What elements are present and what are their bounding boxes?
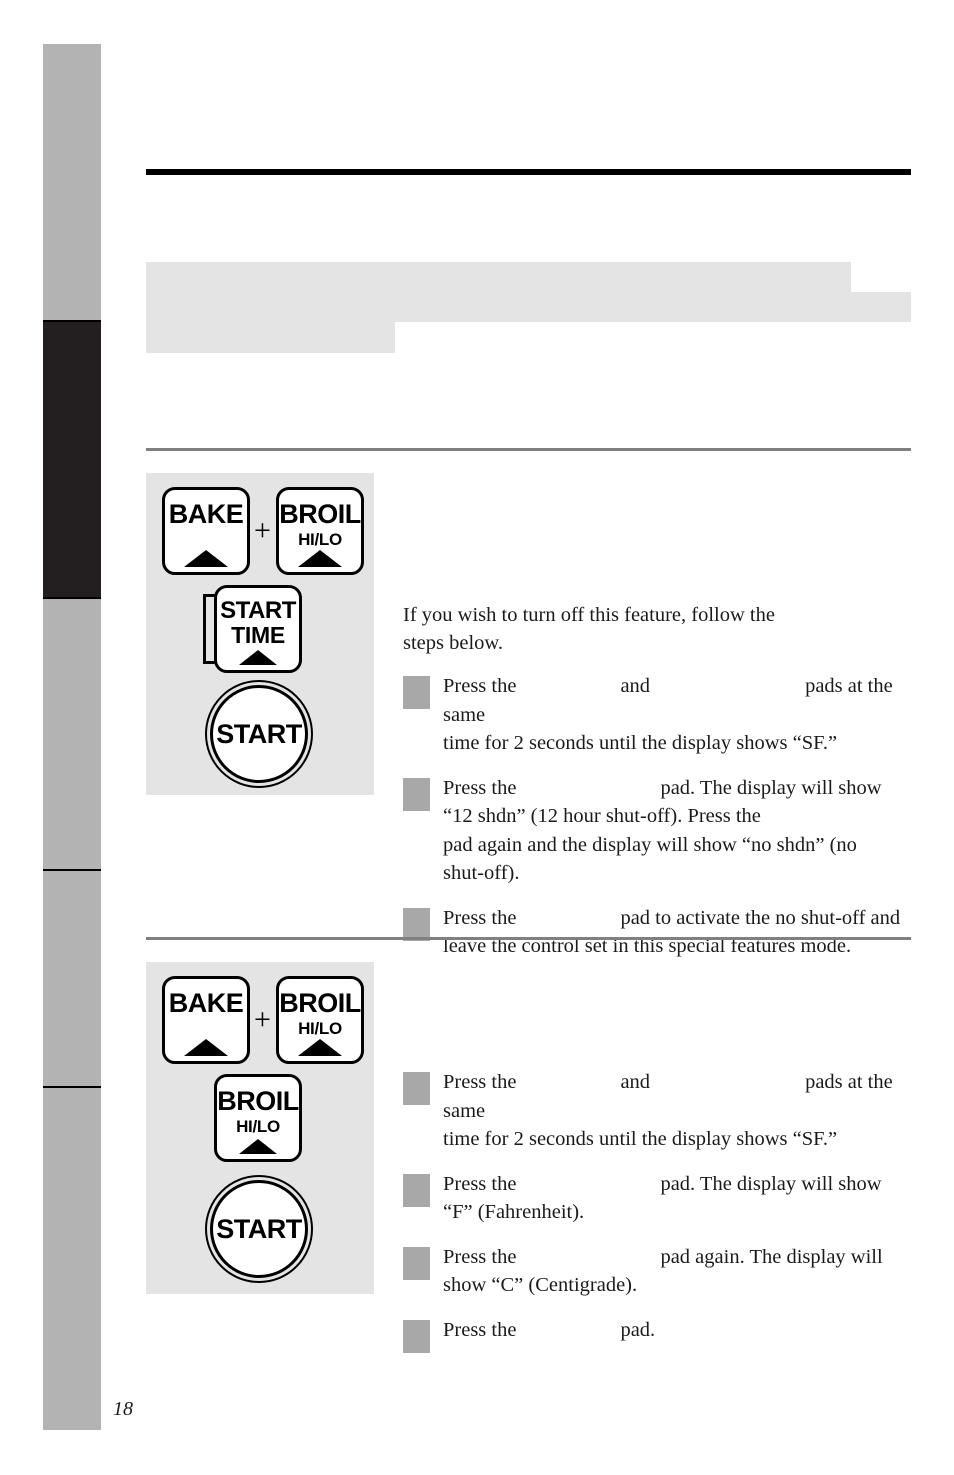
step-text-a: Press the <box>443 1172 517 1195</box>
section-one-illustration: BAKE + BROIL HI/LO START TIME START <box>146 473 374 795</box>
list-item: Press the and pads at the same time for 2 … <box>403 672 913 758</box>
broil-secondary-pad-indicator-icon <box>239 1139 277 1154</box>
step-text-a: Press the <box>443 1071 517 1093</box>
step-text-a: Press the <box>443 1245 517 1268</box>
step-text-c: “F” (Fahrenheit). <box>443 1201 585 1223</box>
step-text-b: pad again. The display will <box>660 1245 883 1268</box>
broil-pad-sublabel: HI/LO <box>298 1019 342 1038</box>
redacted-heading-row-3 <box>146 322 395 353</box>
start-time-pad-sublabel: TIME <box>231 622 285 648</box>
bake-pad-indicator-icon <box>184 1039 228 1056</box>
step-text: Press the pad. The display will show “12 … <box>443 774 913 888</box>
start-pad-button[interactable]: START <box>210 1180 308 1278</box>
broil-hilo-pad-button-secondary[interactable]: BROIL HI/LO <box>214 1074 302 1162</box>
broil-hilo-pad-button[interactable]: BROIL HI/LO <box>276 487 364 575</box>
step-text-b: pad. <box>620 1318 656 1341</box>
start-time-pad-label: START <box>220 597 296 624</box>
step-marker <box>403 907 430 941</box>
sidebar-item-tab-lower-gray-2 <box>43 871 101 1087</box>
plus-sign: + <box>254 514 271 547</box>
start-pad-button[interactable]: START <box>210 685 308 783</box>
list-item: Press the pad. The display will show “12 … <box>403 774 913 888</box>
step-text-c: “12 shdn” (12 hour shut-off). Press the <box>443 805 761 827</box>
section-two-rule <box>146 937 911 940</box>
section-two-steps: Press the and pads at the same time for 2 … <box>403 1068 913 1360</box>
bake-pad-label: BAKE <box>168 988 244 1018</box>
bake-pad-button[interactable]: BAKE <box>162 976 250 1064</box>
broil-secondary-pad-sublabel: HI/LO <box>236 1117 280 1136</box>
step-text-b: pad. The display will show <box>660 1172 882 1195</box>
step-text-b: and <box>620 675 651 697</box>
step-text: Press the and pads at the same time for 2 … <box>443 1068 913 1154</box>
step-marker <box>403 1319 430 1353</box>
broil-pad-indicator-icon <box>298 1039 342 1056</box>
step-marker <box>403 1173 430 1207</box>
step-text-a: Press the <box>443 906 517 929</box>
step-marker <box>403 1246 430 1280</box>
step-text-b: and <box>620 1071 651 1093</box>
list-item: Press the and pads at the same time for 2 … <box>403 1068 913 1154</box>
manual-page: BAKE + BROIL HI/LO START TIME START If y… <box>0 0 954 1475</box>
step-text: Press the pad. <box>443 1316 913 1345</box>
sidebar-item-tab-lower-gray-3 <box>43 1088 101 1430</box>
step-text-a: Press the <box>443 675 517 697</box>
step-text-a: Press the <box>443 1318 517 1341</box>
step-text: Press the pad again. The display will sho… <box>443 1243 913 1300</box>
plus-sign: + <box>254 1003 271 1036</box>
broil-secondary-pad-label: BROIL <box>217 1086 299 1116</box>
list-item: Press the pad again. The display will sho… <box>403 1243 913 1300</box>
step-text-b: pad to activate the no shut-off and <box>620 906 901 929</box>
bake-pad-indicator-icon <box>184 550 228 567</box>
sidebar-item-tab-upper-gray <box>43 44 101 322</box>
sidebar-item-tab-active-dark <box>43 322 101 598</box>
broil-hilo-pad-button[interactable]: BROIL HI/LO <box>276 976 364 1064</box>
step-text-d: pad again and the display will show “no … <box>443 833 857 856</box>
section-one-intro-line-2: steps below. <box>403 632 504 654</box>
step-marker <box>403 676 430 709</box>
section-one-rule <box>146 448 911 451</box>
list-item: Press the pad. The display will show “F” … <box>403 1170 913 1227</box>
step-text-c: show “C” (Centigrade). <box>443 1274 638 1296</box>
start-pad-label: START <box>216 1213 302 1244</box>
redacted-heading-row-2 <box>146 292 911 322</box>
section-one-steps: Press the and pads at the same time for 2 … <box>403 672 913 977</box>
step-text-d: time for 2 seconds until the display sho… <box>443 1128 838 1150</box>
step-text-a: Press the <box>443 776 517 799</box>
step-text-e: shut-off). <box>443 862 520 884</box>
page-number: 18 <box>113 1398 133 1420</box>
start-time-pad-indicator-icon <box>239 650 277 665</box>
redacted-heading-row-1 <box>146 262 851 292</box>
broil-pad-label: BROIL <box>279 499 361 529</box>
bake-pad-button[interactable]: BAKE <box>162 487 250 575</box>
step-text-d: time for 2 seconds until the display sho… <box>443 732 838 754</box>
section-two-illustration: BAKE + BROIL HI/LO BROIL HI/LO START <box>146 962 374 1294</box>
step-text: Press the and pads at the same time for 2 … <box>443 672 913 758</box>
header-rule <box>146 169 911 175</box>
broil-pad-label: BROIL <box>279 988 361 1018</box>
list-item: Press the pad. <box>403 1316 913 1353</box>
step-marker <box>403 777 430 811</box>
broil-pad-sublabel: HI/LO <box>298 530 342 549</box>
section-one-intro-line-1: If you wish to turn off this feature, fo… <box>403 604 775 626</box>
list-item: Press the pad to activate the no shut-off… <box>403 904 913 961</box>
start-time-pad-button[interactable]: START TIME <box>214 585 302 673</box>
broil-pad-indicator-icon <box>298 550 342 567</box>
step-marker <box>403 1072 430 1105</box>
section-one-intro: If you wish to turn off this feature, fo… <box>403 601 913 657</box>
step-text-b: pad. The display will show <box>660 776 882 799</box>
start-pad-label: START <box>216 718 302 749</box>
sidebar-item-tab-lower-gray-1 <box>43 599 101 870</box>
step-text: Press the pad to activate the no shut-off… <box>443 904 913 961</box>
step-text: Press the pad. The display will show “F” … <box>443 1170 913 1227</box>
bake-pad-label: BAKE <box>168 499 244 529</box>
